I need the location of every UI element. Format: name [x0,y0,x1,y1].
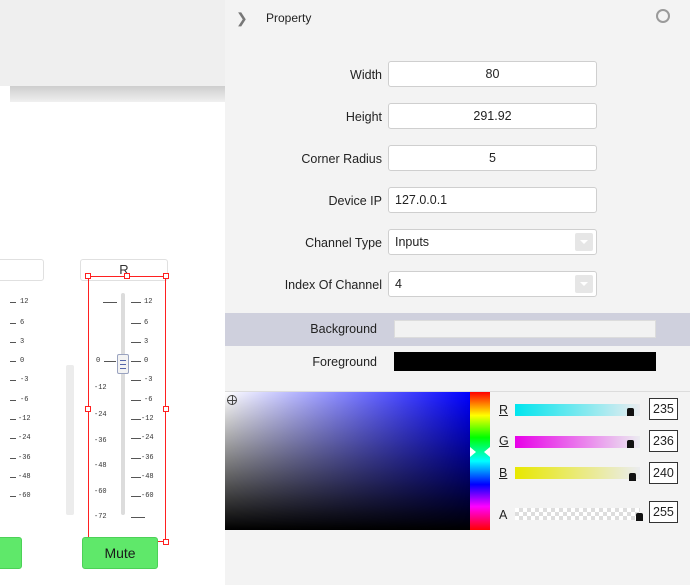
blue-slider-thumb[interactable] [629,473,636,481]
index-of-channel-label: Index Of Channel [284,278,382,292]
alpha-slider[interactable] [515,508,640,520]
width-label: Width [350,68,382,82]
width-field[interactable]: 80 [388,61,597,87]
prev-mute-button[interactable] [0,537,22,569]
resize-handle-r[interactable] [163,406,169,412]
saturation-value-area[interactable] [225,392,470,530]
channel-type-label: Channel Type [305,236,382,250]
blue-label: B [499,466,508,480]
scale-label: 0 [20,357,25,365]
prev-fader-track [66,365,74,515]
green-slider-thumb[interactable] [627,440,634,448]
red-slider[interactable] [515,404,640,416]
selection-frame[interactable] [88,276,166,542]
canvas-top-band [0,0,225,86]
panel-title: Property [266,11,312,25]
index-of-channel-value: 4 [395,277,402,291]
green-label: G [499,434,509,448]
chevron-right-icon[interactable]: ❯ [236,10,248,27]
index-of-channel-dropdown[interactable]: 4 [388,271,597,297]
corner-radius-label: Corner Radius [301,152,382,166]
alpha-slider-thumb[interactable] [636,513,643,521]
scale-label: -24 [18,434,31,442]
crosshair-icon[interactable] [227,395,237,405]
foreground-swatch[interactable] [394,352,656,371]
resize-handle-t[interactable] [124,273,130,279]
green-value-field[interactable]: 236 [649,430,678,452]
resize-handle-br[interactable] [163,539,169,545]
red-slider-thumb[interactable] [627,408,634,416]
channel-type-dropdown[interactable]: Inputs [388,229,597,255]
scale-label: 3 [20,338,25,346]
scale-label: -6 [20,396,29,404]
scale-label: -36 [18,454,31,462]
scale-label: -60 [18,492,31,500]
background-label: Background [310,322,377,336]
resize-handle-l[interactable] [85,406,91,412]
chevron-down-icon[interactable] [575,233,593,251]
scale-label: -48 [18,473,31,481]
height-label: Height [345,110,382,124]
app-window: 12 6 3 0 -3 -6 -12 -24 -36 -48 -60 R 0 -… [0,0,690,585]
scale-label: 12 [20,298,29,306]
hue-marker-left [470,447,476,457]
background-swatch[interactable] [394,320,656,338]
resize-handle-tr[interactable] [163,273,169,279]
hue-marker-right [484,447,490,457]
circle-icon[interactable] [656,9,670,23]
blue-slider[interactable] [515,467,640,479]
hue-slider[interactable] [470,392,490,530]
green-slider[interactable] [515,436,640,448]
channel-type-value: Inputs [395,235,430,249]
alpha-label: A [499,508,508,522]
device-ip-field[interactable]: 127.0.0.1 [388,187,597,213]
foreground-label: Foreground [312,355,377,369]
height-field[interactable]: 291.92 [388,103,597,129]
red-label: R [499,403,509,417]
chevron-down-icon[interactable] [575,275,593,293]
device-ip-label: Device IP [328,194,383,208]
scale-label: 6 [20,319,25,327]
channel-label-prev[interactable] [0,259,44,281]
canvas-divider-bar [10,86,225,102]
blue-value-field[interactable]: 240 [649,462,678,484]
mute-button[interactable]: Mute [82,537,158,569]
scale-label: -12 [18,415,31,423]
red-value-field[interactable]: 235 [649,398,678,420]
alpha-value-field[interactable]: 255 [649,501,678,523]
resize-handle-tl[interactable] [85,273,91,279]
corner-radius-field[interactable]: 5 [388,145,597,171]
scale-label: -3 [20,376,29,384]
